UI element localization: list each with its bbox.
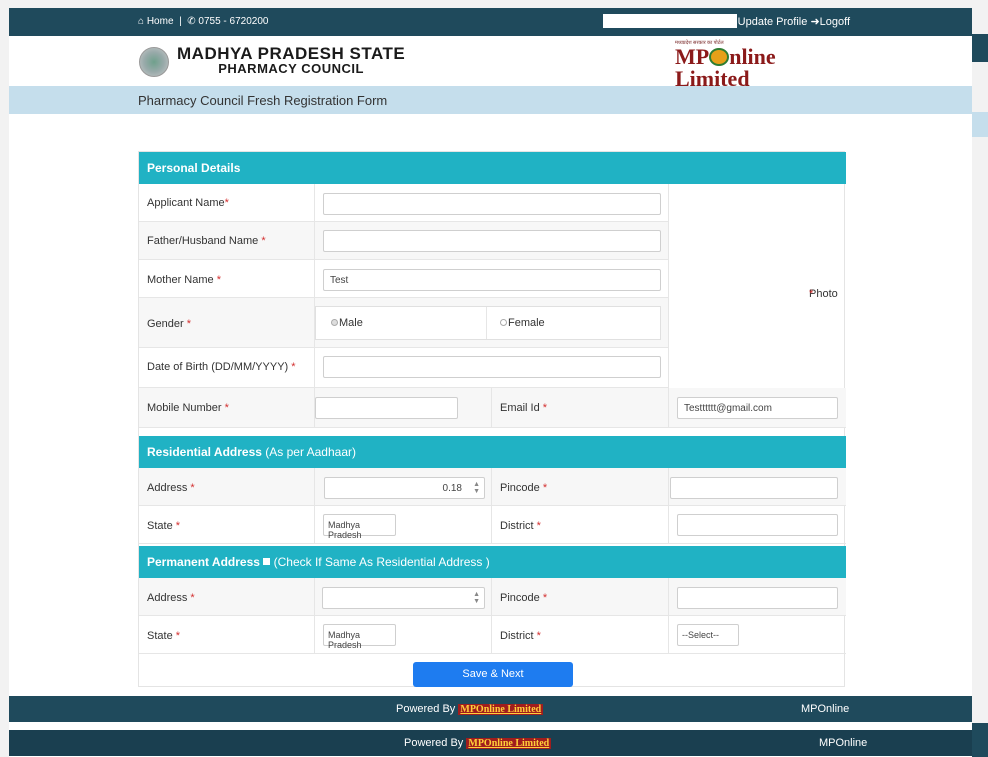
permanent-address-label: Address *: [147, 592, 195, 604]
father-name-input[interactable]: [323, 230, 661, 252]
residential-district-label: District *: [500, 520, 541, 532]
footer-mponline-logo[interactable]: MPOnline Limited: [458, 704, 544, 715]
registration-form: Personal Details Applicant Name* Father/…: [138, 151, 846, 687]
footer-bar: Powered By MPOnline Limited MPOnline: [9, 696, 972, 722]
powered-by: Powered By MPOnline Limited: [404, 737, 552, 749]
update-profile-link[interactable]: Update Profile: [738, 16, 808, 28]
permanent-address-textarea[interactable]: ▲ ▼: [322, 587, 485, 609]
logoff-icon: ➜: [810, 16, 820, 28]
form-title-bar: Pharmacy Council Fresh Registration Form: [9, 86, 972, 114]
row-mother-name: Mother Name *: [139, 260, 668, 298]
residential-state-label: State *: [147, 520, 181, 532]
home-link[interactable]: ⌂ Home | ✆ 0755 - 6720200: [138, 16, 268, 27]
mponline-logo: मध्यप्रदेश सरकार का पोर्टल MP nline Limit…: [675, 40, 847, 94]
row-residential-address: Address * 0.18 ▲ ▼ Pincode *: [139, 468, 846, 506]
footer-mponline-text: MPOnline: [819, 737, 868, 749]
council-title: MADHYA PRADESH STATE PHARMACY COUNCIL: [177, 44, 406, 76]
section-residential-address: Residential Address (As per Aadhaar): [139, 436, 846, 468]
gender-label: Gender *: [147, 318, 192, 330]
phone-icon: ✆: [187, 16, 196, 27]
residential-pincode-label: Pincode *: [500, 482, 548, 494]
mobile-input[interactable]: [315, 397, 458, 419]
row-applicant-name: Applicant Name*: [139, 184, 668, 222]
spinner-icon[interactable]: ▲ ▼: [473, 591, 480, 605]
mother-name-input[interactable]: [323, 269, 661, 291]
gender-male-option[interactable]: Male: [331, 317, 363, 329]
background-fragment: [972, 723, 988, 757]
powered-by: Powered By MPOnline Limited: [396, 703, 544, 715]
permanent-pincode-label: Pincode *: [500, 592, 548, 604]
top-bar: ⌂ Home | ✆ 0755 - 6720200 ●Update Profil…: [9, 8, 972, 36]
row-residential-state: State * Madhya Pradesh District *: [139, 506, 846, 544]
row-dob: Date of Birth (DD/MM/YYYY) *: [139, 348, 668, 388]
footer-mponline-text: MPOnline: [801, 703, 850, 715]
globe-icon: [709, 48, 730, 66]
spinner-icon[interactable]: ▲ ▼: [473, 481, 480, 495]
gender-options: Male Female: [315, 306, 661, 340]
mother-name-label: Mother Name *: [147, 274, 221, 286]
residential-address-label: Address *: [147, 482, 195, 494]
dob-label: Date of Birth (DD/MM/YYYY) *: [147, 361, 296, 373]
footer-bar-duplicate: Powered By MPOnline Limited MPOnline: [9, 730, 972, 756]
male-radio[interactable]: [331, 319, 338, 326]
mobile-label: Mobile Number *: [147, 402, 229, 414]
email-input[interactable]: [677, 397, 838, 419]
user-icon: ●: [731, 16, 738, 28]
section-permanent-address: Permanent Address (Check If Same As Resi…: [139, 546, 846, 578]
gender-female-option[interactable]: Female: [500, 317, 545, 329]
row-gender: Gender * Male Female: [139, 298, 668, 348]
section-personal-details: Personal Details: [139, 152, 846, 184]
residential-district-select[interactable]: [677, 514, 838, 536]
applicant-name-input[interactable]: [323, 193, 661, 215]
background-fragment: [972, 34, 988, 62]
residential-address-textarea[interactable]: 0.18 ▲ ▼: [324, 477, 485, 499]
row-permanent-state: State * Madhya Pradesh District * --Sele…: [139, 616, 846, 654]
row-contact: Mobile Number * Email Id *: [139, 388, 846, 428]
row-father-name: Father/Husband Name *: [139, 222, 668, 260]
permanent-pincode-input[interactable]: [677, 587, 838, 609]
masked-username: [603, 14, 737, 28]
permanent-state-select[interactable]: Madhya Pradesh: [323, 624, 396, 650]
page-title: Pharmacy Council Fresh Registration Form: [138, 93, 388, 108]
residential-pincode-input[interactable]: [670, 477, 838, 499]
footer-mponline-logo[interactable]: MPOnline Limited: [466, 738, 552, 749]
female-radio[interactable]: [500, 319, 507, 326]
save-next-button[interactable]: Save & Next: [413, 662, 573, 687]
profile-links: ●Update Profile ➜Logoff: [731, 15, 850, 28]
photo-box[interactable]: Photo *: [668, 184, 846, 388]
father-name-label: Father/Husband Name *: [147, 235, 266, 247]
permanent-state-label: State *: [147, 630, 181, 642]
applicant-name-label: Applicant Name*: [147, 197, 229, 209]
permanent-district-select[interactable]: --Select--: [677, 624, 739, 646]
home-icon: ⌂: [138, 16, 145, 27]
background-fragment: [972, 112, 988, 137]
dob-input[interactable]: [323, 356, 661, 378]
phone-number: 0755 - 6720200: [198, 16, 269, 27]
row-permanent-address: Address * ▲ ▼ Pincode *: [139, 578, 846, 616]
site-header: MADHYA PRADESH STATE PHARMACY COUNCIL मध…: [9, 36, 972, 94]
email-label: Email Id *: [500, 402, 548, 414]
emblem-icon: [139, 47, 169, 77]
permanent-district-label: District *: [500, 630, 541, 642]
logoff-link[interactable]: Logoff: [820, 16, 850, 28]
page: ⌂ Home | ✆ 0755 - 6720200 ●Update Profil…: [9, 8, 972, 757]
residential-state-select[interactable]: Madhya Pradesh: [323, 514, 396, 540]
